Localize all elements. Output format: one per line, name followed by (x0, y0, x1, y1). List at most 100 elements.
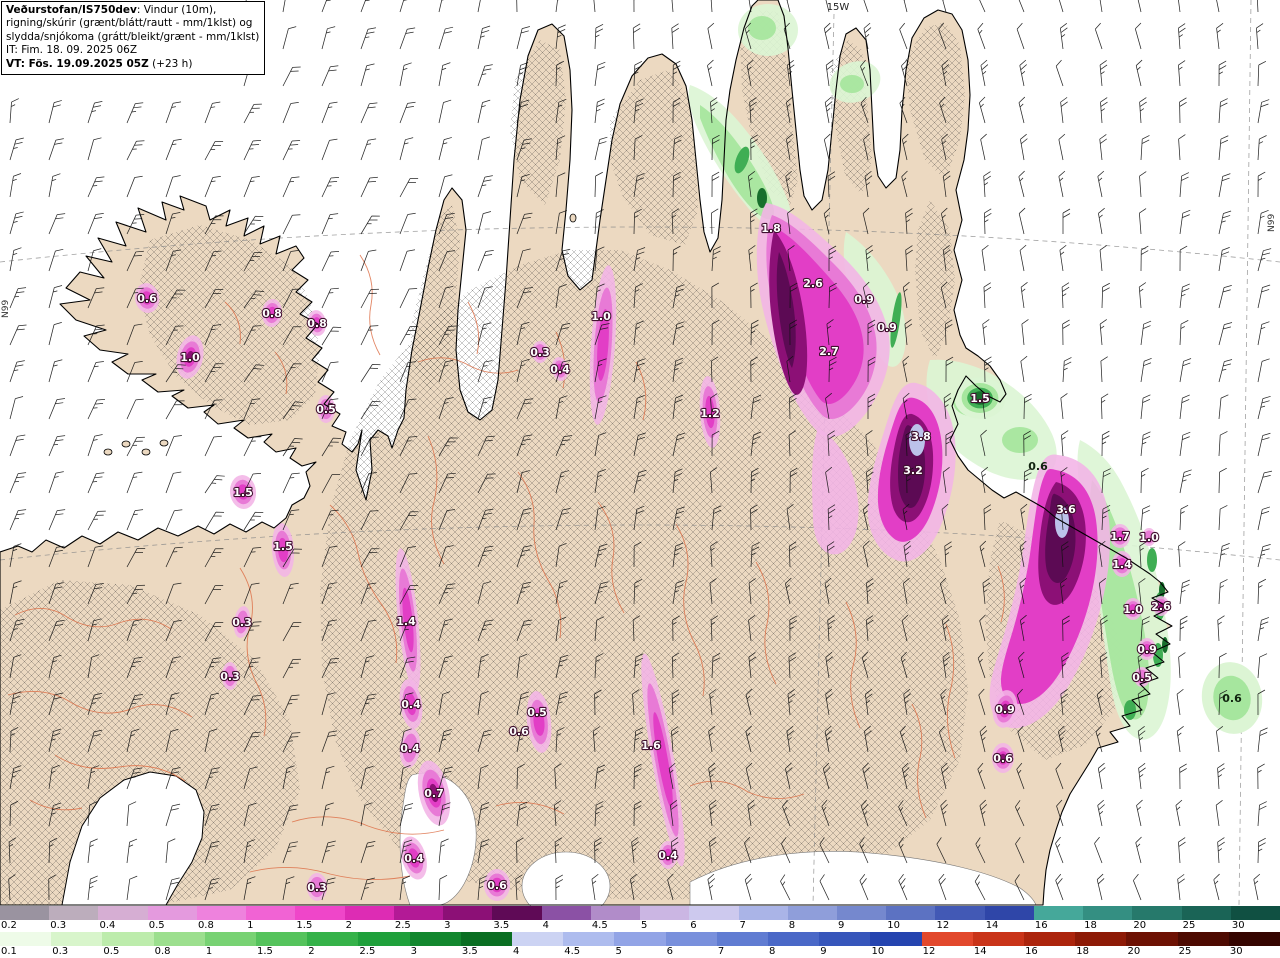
legend-color-cell (153, 932, 205, 946)
legend-color-cell (870, 932, 922, 946)
legend-tick-label: 0.4 (99, 920, 116, 931)
legend-tick-label: 4.5 (591, 920, 608, 931)
precip-value-label: 0.3 (307, 881, 327, 894)
precip-value-label: 1.0 (1139, 531, 1159, 544)
legend-color-cell (256, 932, 308, 946)
legend: 0.2 0.3 0.4 0.5 0.8 1 1.5 2 2.5 3 3.5 4 4.5 5 6 7 8 9 10 12… (0, 906, 1280, 958)
legend-tick-label: 6 (690, 920, 697, 931)
legend-color-cell (665, 932, 717, 946)
legend-color-cell (0, 932, 52, 946)
precip-value-label: 2.6 (1151, 600, 1171, 613)
legend-color-cell (640, 906, 690, 920)
legend-tick-label: 6 (666, 946, 674, 957)
legend-tick-label: 16 (1025, 946, 1038, 957)
precip-value-label: 2.7 (819, 345, 839, 358)
legend-tick-label: 20 (1133, 920, 1147, 931)
legend-color-cell (1126, 932, 1178, 946)
legend-color-cell (204, 932, 257, 946)
snow-scale-colorbar (0, 906, 1280, 920)
legend-tick-label: 1 (247, 920, 254, 931)
legend-tick-label: 30 (1229, 946, 1243, 957)
legend-color-cell (98, 906, 148, 920)
precip-value-label: 0.9 (854, 293, 874, 306)
grid-label-right: N99 (1267, 214, 1277, 232)
legend-color-cell (819, 932, 871, 946)
legend-tick-label: 25 (1182, 920, 1196, 931)
legend-tick-label: 2 (308, 946, 315, 957)
valid-time-line: VT: Fös. 19.09.2025 05Z (+23 h) (6, 57, 193, 70)
legend-color-cell (1230, 906, 1280, 920)
precip-value-label: 3.2 (903, 464, 923, 477)
snow-scale-labels: 0.2 0.3 0.4 0.5 0.8 1 1.5 2 2.5 3 3.5 4 4.5 5 6 7 8 9 10 12… (0, 920, 1280, 932)
legend-color-cell (443, 906, 493, 920)
precip-value-label: 1.6 (641, 739, 661, 752)
legend-color-cell (563, 932, 615, 946)
precip-value-label: 0.3 (232, 616, 252, 629)
legend-tick-label: 3.5 (493, 920, 510, 931)
legend-tick-label: 0.8 (197, 920, 214, 931)
legend-color-cell (358, 932, 410, 946)
legend-color-cell (307, 932, 359, 946)
init-time-line: IT: Fim. 18. 09. 2025 06Z (6, 44, 138, 57)
rain-scale-labels: 0.1 0.3 0.5 0.8 1 1.5 2 2.5 3 3.5 4 4.5 5 6 7 8 9 10 12 14 1… (0, 946, 1280, 958)
forecast-map-page: 0.6 0.8 0.8 1.0 0.5 1.5 1.5 0.3 0.3 1.0 0.3 0.4 1.2 1… (0, 0, 1280, 958)
legend-tick-label: 16 (1034, 920, 1048, 931)
legend-tick-label: 0.3 (52, 946, 69, 957)
legend-tick-label: 2.5 (394, 920, 411, 931)
legend-tick-label: 4 (542, 920, 549, 931)
precip-value-label: 0.6 (509, 725, 529, 738)
legend-color-cell (541, 906, 591, 920)
legend-tick-label: 8 (769, 946, 776, 957)
legend-color-cell (1075, 932, 1127, 946)
title-line-1: Veðurstofan/IS750dev: Vindur (10m), (6, 4, 217, 16)
legend-tick-label: 9 (837, 920, 845, 931)
legend-color-cell (716, 932, 769, 946)
legend-tick-label: 8 (788, 920, 796, 931)
legend-color-cell (935, 906, 985, 920)
legend-tick-label: 3 (410, 946, 417, 957)
legend-color-cell (1132, 906, 1182, 920)
legend-tick-label: 4 (513, 946, 520, 957)
precip-value-label: 0.4 (658, 849, 678, 862)
precip-value-label: 0.9 (1137, 643, 1157, 656)
precip-value-label: 0.6 (993, 752, 1013, 765)
precip-value-label: 3.6 (1056, 503, 1076, 516)
precip-value-label: 1.0 (591, 310, 611, 323)
legend-color-cell (614, 932, 666, 946)
precip-value-label: 1.5 (233, 486, 253, 499)
legend-tick-label: 25 (1178, 946, 1192, 957)
legend-color-cell (1181, 906, 1231, 920)
weather-map-canvas: 0.60.80.81.00.51.51.50.30.31.00.30.41.21… (0, 0, 1280, 906)
legend-tick-label: 12 (922, 946, 936, 957)
precip-value-label: 2.6 (803, 277, 823, 290)
precip-value-label: 1.4 (1112, 558, 1132, 571)
precip-value-label: 0.8 (262, 307, 282, 320)
precip-value-label: 1.4 (396, 615, 416, 628)
meridian-label: 15W (827, 2, 850, 13)
legend-tick-label: 0.8 (154, 946, 171, 957)
legend-color-cell (295, 906, 345, 920)
legend-color-cell (393, 906, 444, 920)
legend-color-cell (984, 906, 1034, 920)
legend-tick-label: 3 (444, 920, 451, 931)
legend-color-cell (1177, 932, 1229, 946)
precip-value-label: 1.5 (273, 540, 293, 553)
title-box: Veðurstofan/IS750dev: Vindur (10m), rign… (1, 1, 266, 76)
legend-tick-label: 0.5 (148, 920, 165, 931)
precip-value-label: 3.8 (911, 430, 931, 443)
legend-tick-label: 5 (615, 946, 622, 957)
precip-value-label: 0.6 (1222, 692, 1242, 705)
legend-tick-label: 3.5 (461, 946, 478, 957)
legend-tick-label: 1 (205, 946, 213, 957)
precip-value-label: 0.5 (527, 706, 547, 719)
legend-tick-label: 0.1 (1, 946, 17, 957)
legend-tick-label: 0.2 (1, 920, 17, 931)
legend-color-cell (738, 906, 788, 920)
legend-color-cell (836, 906, 887, 920)
legend-color-cell (972, 932, 1025, 946)
legend-tick-label: 4.5 (564, 946, 581, 957)
legend-tick-label: 20 (1127, 946, 1141, 957)
legend-color-cell (344, 906, 394, 920)
precip-value-label: 0.3 (530, 346, 550, 359)
legend-color-cell (768, 932, 820, 946)
